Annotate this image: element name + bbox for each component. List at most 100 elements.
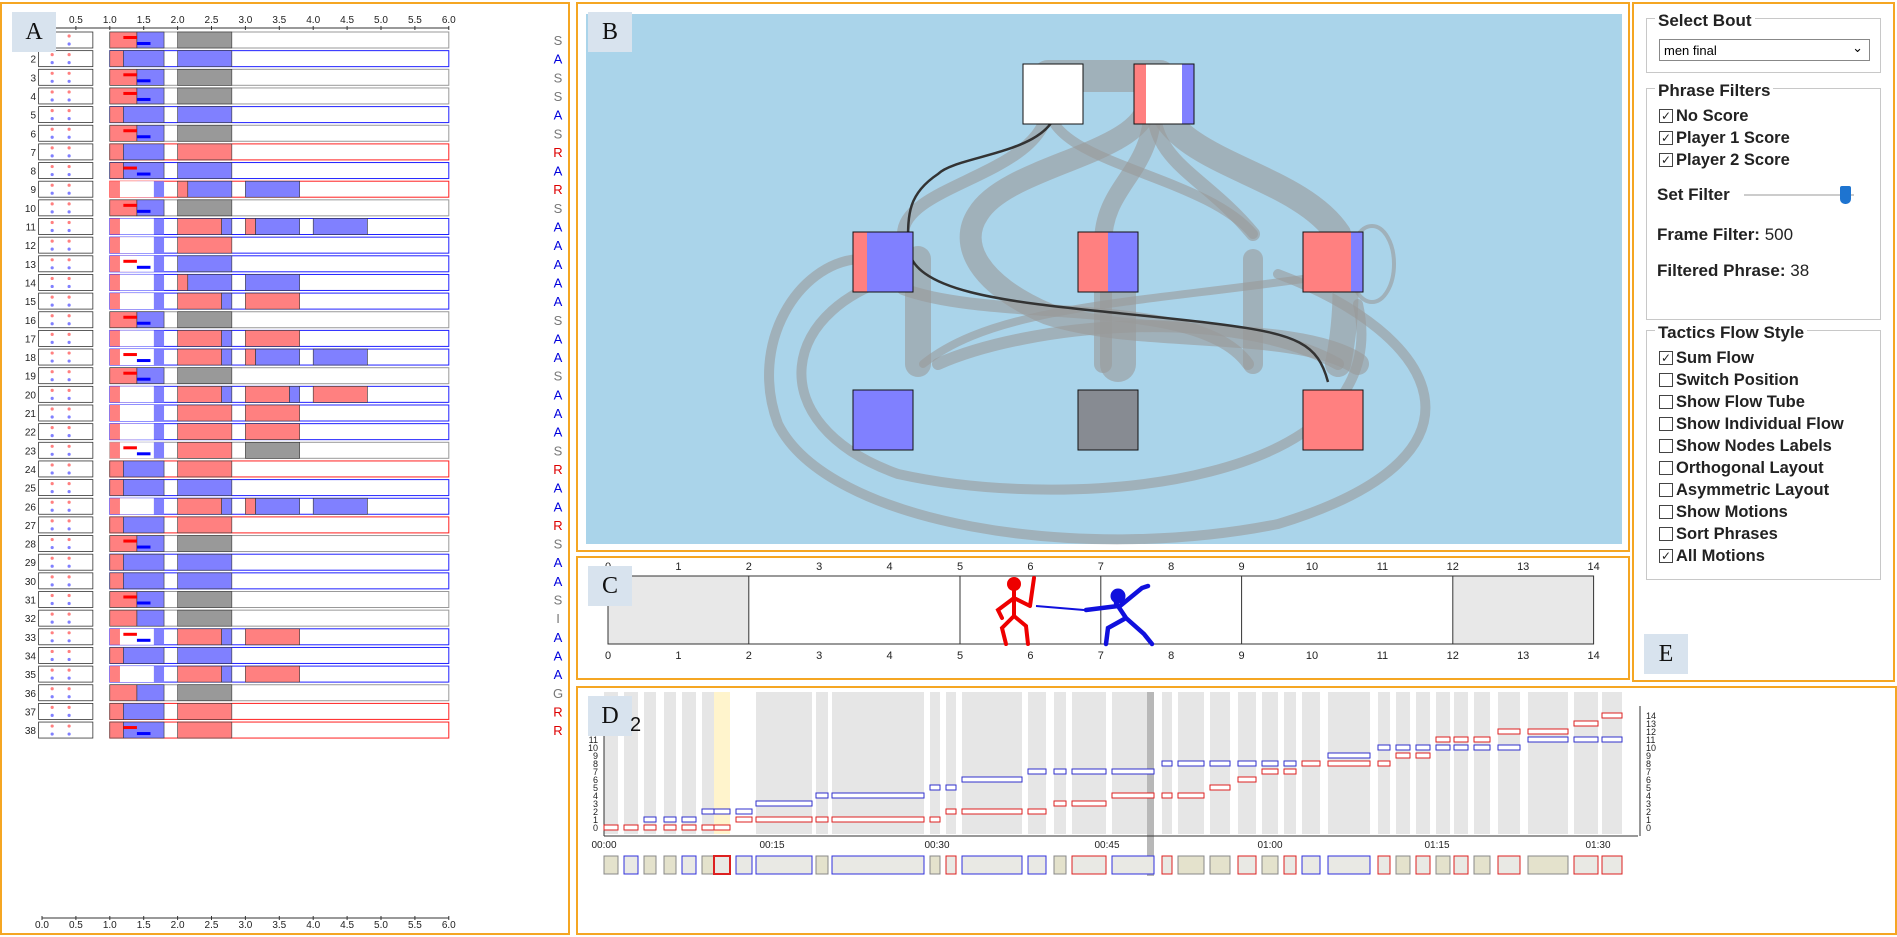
phrase-row[interactable] (38, 646, 450, 664)
checkbox-box[interactable]: ✓ (1659, 131, 1673, 145)
phrase-box[interactable] (1053, 855, 1067, 875)
phrase-row[interactable] (38, 684, 450, 702)
phrase-box[interactable] (603, 855, 619, 875)
phrase-column[interactable] (1454, 692, 1468, 834)
phrase-row[interactable] (38, 348, 450, 366)
phrase-column[interactable] (1436, 692, 1450, 834)
phrase-box[interactable] (1377, 855, 1391, 875)
phrase-box[interactable] (1027, 855, 1047, 875)
phrase-box[interactable] (735, 855, 753, 875)
phrase-row[interactable] (38, 50, 450, 68)
phrase-row[interactable] (38, 553, 450, 571)
phrase-column[interactable] (816, 692, 828, 834)
phrase-column[interactable] (1528, 692, 1568, 834)
phrase-box[interactable] (945, 855, 957, 875)
phrase-row[interactable] (38, 273, 450, 291)
flow-node[interactable] (852, 231, 914, 293)
phrase-column[interactable] (644, 692, 656, 834)
phrase-box[interactable] (961, 855, 1023, 875)
phrase-box[interactable] (1071, 855, 1107, 875)
phrase-box[interactable] (1301, 855, 1321, 875)
phrase-row[interactable] (38, 162, 450, 180)
phrase-box[interactable] (1177, 855, 1205, 875)
phrase-box[interactable] (1161, 855, 1173, 875)
checkbox-player-2-score[interactable]: ✓ Player 2 Score (1659, 149, 1870, 171)
phrase-row[interactable] (38, 460, 450, 478)
phrase-column[interactable] (1054, 692, 1066, 834)
phrase-box[interactable] (1415, 855, 1431, 875)
checkbox-show-motions[interactable]: Show Motions (1659, 501, 1870, 523)
checkbox-asymmetric-layout[interactable]: Asymmetric Layout (1659, 479, 1870, 501)
phrase-column[interactable] (1574, 692, 1598, 834)
phrase-row[interactable] (38, 106, 450, 124)
phrase-row[interactable] (38, 255, 450, 273)
phrase-box[interactable] (663, 855, 677, 875)
phrase-box[interactable] (643, 855, 657, 875)
phrase-row[interactable] (38, 180, 450, 198)
phrase-box[interactable] (1261, 855, 1279, 875)
checkbox-box[interactable] (1659, 483, 1673, 497)
checkbox-box[interactable]: ✓ (1659, 351, 1673, 365)
phrase-box[interactable] (1209, 855, 1231, 875)
phrase-column[interactable] (1396, 692, 1410, 834)
slider-thumb[interactable] (1839, 186, 1851, 204)
checkbox-box[interactable] (1659, 461, 1673, 475)
flow-node[interactable] (1022, 63, 1084, 125)
checkbox-box[interactable] (1659, 395, 1673, 409)
flow-node[interactable] (1077, 231, 1139, 293)
phrase-box[interactable] (755, 855, 813, 875)
phrase-box[interactable] (1283, 855, 1297, 875)
phrase-row[interactable] (38, 423, 450, 441)
phrase-box[interactable] (1573, 855, 1599, 875)
checkbox-box[interactable] (1659, 417, 1673, 431)
phrase-box[interactable] (831, 855, 925, 875)
phrase-box[interactable] (1395, 855, 1411, 875)
phrase-row[interactable] (38, 236, 450, 254)
checkbox-box[interactable] (1659, 505, 1673, 519)
phrase-box[interactable] (1237, 855, 1257, 875)
phrase-row[interactable] (38, 591, 450, 608)
checkbox-switch-position[interactable]: Switch Position (1659, 369, 1870, 391)
phrase-column[interactable] (832, 692, 924, 834)
flow-node[interactable] (1302, 231, 1364, 293)
phrase-row[interactable] (38, 199, 450, 217)
checkbox-show-individual-flow[interactable]: Show Individual Flow (1659, 413, 1870, 435)
checkbox-box[interactable] (1659, 527, 1673, 541)
phrase-column[interactable] (756, 692, 812, 834)
checkbox-sort-phrases[interactable]: Sort Phrases (1659, 523, 1870, 545)
time-cursor[interactable] (1147, 692, 1154, 876)
phrase-row[interactable] (38, 441, 450, 459)
phrase-row[interactable] (38, 124, 450, 142)
checkbox-box[interactable]: ✓ (1659, 549, 1673, 563)
phrase-row[interactable] (38, 609, 450, 627)
phrase-column[interactable] (1474, 692, 1490, 834)
phrase-box[interactable] (1453, 855, 1469, 875)
bout-select[interactable]: men final ⌄ (1659, 39, 1870, 61)
phrase-row[interactable] (38, 404, 450, 422)
phrase-box[interactable] (1327, 855, 1371, 875)
phrase-row[interactable] (38, 721, 450, 739)
phrase-row[interactable] (38, 497, 450, 515)
phrase-box[interactable] (1435, 855, 1451, 875)
phrase-row[interactable] (38, 479, 450, 497)
phrase-column[interactable] (664, 692, 676, 834)
phrase-column[interactable] (930, 692, 940, 834)
checkbox-player-1-score[interactable]: ✓ Player 1 Score (1659, 127, 1870, 149)
set-filter-slider[interactable] (1743, 186, 1854, 204)
flow-node[interactable] (1302, 389, 1364, 451)
checkbox-sum-flow[interactable]: ✓ Sum Flow (1659, 347, 1870, 369)
phrase-box[interactable] (1111, 855, 1155, 875)
phrase-box[interactable] (1601, 855, 1623, 875)
phrase-row[interactable] (38, 702, 450, 720)
phrase-row[interactable] (38, 367, 450, 385)
phrase-box[interactable] (681, 855, 697, 875)
phrase-box[interactable] (713, 855, 731, 875)
checkbox-box[interactable] (1659, 373, 1673, 387)
phrase-row[interactable] (38, 31, 450, 49)
phrase-row[interactable] (38, 572, 450, 590)
checkbox-box[interactable]: ✓ (1659, 153, 1673, 167)
phrase-row[interactable] (38, 218, 450, 235)
phrase-column[interactable] (1072, 692, 1106, 834)
phrase-box[interactable] (929, 855, 941, 875)
phrase-box[interactable] (1497, 855, 1521, 875)
